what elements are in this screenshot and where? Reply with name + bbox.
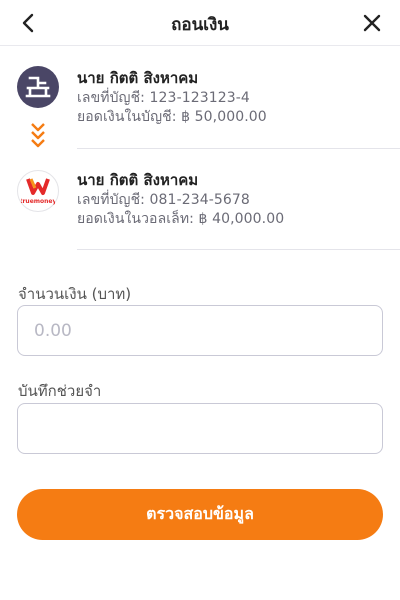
divider	[77, 148, 400, 149]
from-account: นาย กิตติ สิงหาคม เลขที่บัญชี: 123-12312…	[0, 58, 400, 148]
to-account-number: เลขที่บัญชี: 081-234-5678	[77, 192, 250, 208]
amount-label: จำนวนเงิน (บาท)	[18, 285, 132, 303]
to-account-name: นาย กิตติ สิงหาคม	[77, 171, 199, 189]
close-icon	[363, 14, 381, 32]
header: ถอนเงิน	[0, 0, 400, 46]
verify-button[interactable]: ตรวจสอบข้อมูล	[17, 489, 383, 540]
to-account-balance: ยอดเงินในวอลเล็ท: ฿ 40,000.00	[77, 211, 285, 227]
divider	[77, 249, 400, 250]
amount-input[interactable]	[18, 306, 382, 355]
to-account: truemoney นาย กิตติ สิงหาคม เลขที่บัญชี:…	[0, 166, 400, 248]
from-account-name: นาย กิตติ สิงหาคม	[77, 69, 199, 87]
bank-logo-icon	[17, 66, 59, 108]
amount-field-box	[17, 305, 383, 356]
page-title: ถอนเงิน	[171, 15, 229, 35]
memo-label: บันทึกช่วยจำ	[18, 382, 102, 400]
from-account-balance: ยอดเงินในบัญชี: ฿ 50,000.00	[77, 109, 267, 125]
truemoney-logo-icon: truemoney	[17, 170, 59, 212]
truemoney-logo-text: truemoney	[21, 198, 55, 205]
from-account-number: เลขที่บัญชี: 123-123123-4	[77, 90, 250, 106]
memo-input[interactable]	[18, 404, 382, 453]
double-chevron-down-icon	[30, 122, 46, 150]
memo-field-box	[17, 403, 383, 454]
close-button[interactable]	[358, 9, 386, 37]
